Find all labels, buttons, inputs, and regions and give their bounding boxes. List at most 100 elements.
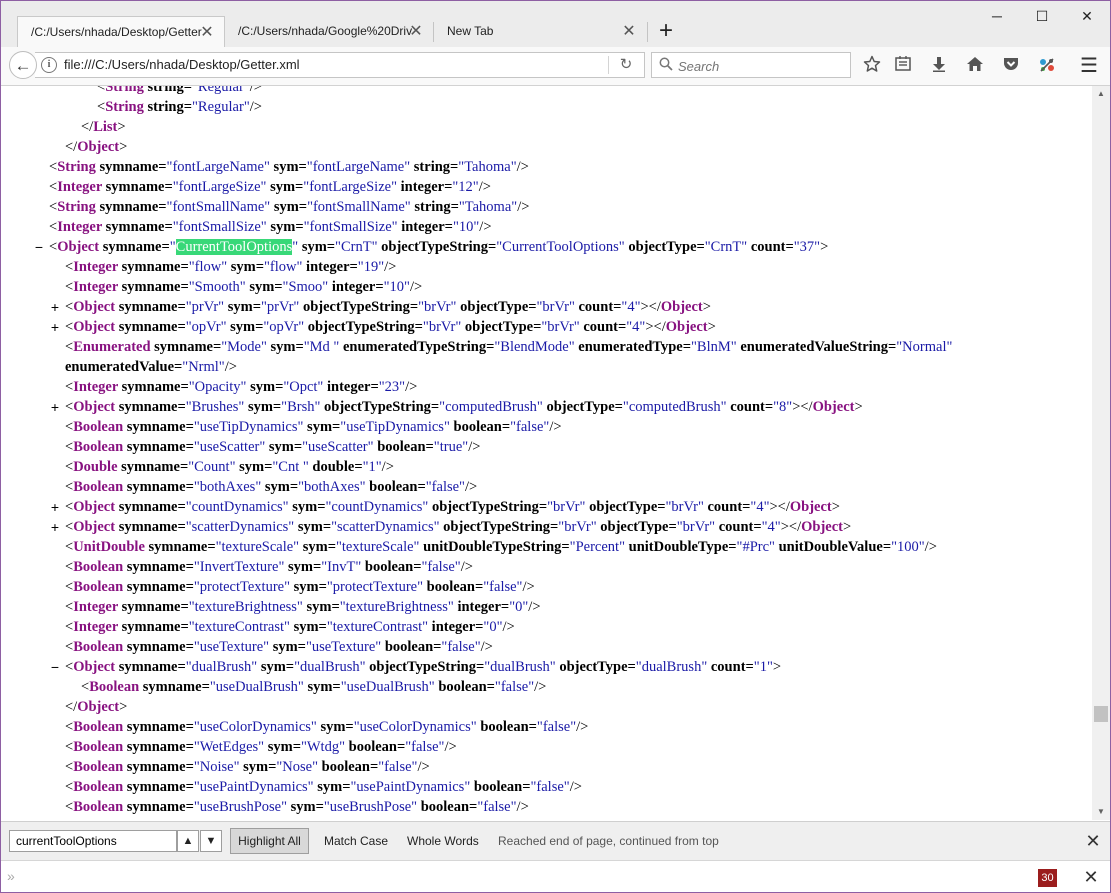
xml-attribute-value: "Percent" [569, 539, 625, 555]
tab-google-drive[interactable]: /C:/Users/nhada/Google%20Driv ✕ [225, 16, 433, 47]
expand-node-icon[interactable]: + [49, 497, 61, 517]
xml-line: <Integer symname="fontLargeSize" sym="fo… [49, 177, 491, 197]
expand-node-icon[interactable]: + [49, 517, 61, 537]
xml-attribute-value: "dualBrush" [294, 659, 366, 675]
xml-attribute-name: symname= [123, 479, 194, 495]
xml-attribute-name: symname= [123, 759, 194, 775]
match-case-toggle[interactable]: Match Case [324, 828, 388, 854]
notification-badge[interactable]: 30 [1038, 869, 1057, 887]
xml-punctuation: ></ [792, 399, 813, 415]
find-input[interactable] [9, 830, 177, 852]
search-box[interactable] [651, 52, 851, 78]
xml-attribute-value: "10" [452, 219, 480, 235]
url-text[interactable]: file:///C:/Users/nhada/Desktop/Getter.xm… [64, 53, 300, 77]
window-close-button[interactable]: ✕ [1064, 0, 1110, 32]
xml-attribute-value: "fontLargeSize" [172, 179, 267, 195]
xml-attribute-name: symname= [102, 219, 173, 235]
xml-attribute-name: sym= [246, 379, 284, 395]
xml-attribute-value: "useTipDynamics" [340, 419, 450, 435]
vertical-scrollbar[interactable]: ▲ ▼ [1092, 86, 1110, 820]
expand-node-icon[interactable]: + [49, 317, 61, 337]
xml-attribute-value: "fontSmallSize" [172, 219, 267, 235]
find-previous-button[interactable]: ▲ [177, 830, 199, 852]
tab-separator [647, 22, 648, 42]
xml-attribute-value: "fontLargeName" [166, 159, 270, 175]
xml-attribute-value: "Smoo" [282, 279, 329, 295]
xml-attribute-value: "0" [509, 599, 529, 615]
xml-attribute-name: objectTypeString= [439, 519, 559, 535]
xml-punctuation: /> [224, 359, 237, 375]
xml-attribute-name: symname= [115, 659, 186, 675]
scroll-up-arrow-icon[interactable]: ▲ [1092, 86, 1110, 102]
xml-line: <String symname="fontSmallName" sym="fon… [49, 197, 529, 217]
xml-punctuation: < [65, 559, 74, 575]
pocket-icon[interactable] [1000, 55, 1022, 77]
xml-attribute-name: count= [715, 519, 762, 535]
xml-attribute-value: "CrnT" [704, 239, 748, 255]
xml-punctuation: < [65, 539, 74, 555]
xml-attribute-value: "dualBrush" [635, 659, 708, 675]
xml-line: <Boolean symname="WetEdges" sym="Wtdg" b… [65, 737, 457, 757]
search-input[interactable] [676, 55, 850, 77]
reader-list-icon[interactable] [892, 55, 914, 77]
minimize-button[interactable]: ─ [974, 0, 1020, 32]
download-icon[interactable] [928, 55, 950, 77]
menu-icon[interactable]: ☰ [1078, 55, 1100, 77]
scrollbar-thumb[interactable] [1094, 706, 1108, 722]
xml-tag-name: Object [73, 299, 116, 315]
tab-close-icon[interactable]: ✕ [409, 16, 423, 47]
tab-close-icon[interactable]: ✕ [200, 17, 214, 47]
xml-attribute-value: "brVr" [541, 319, 580, 335]
highlight-all-button[interactable]: Highlight All [230, 828, 309, 854]
maximize-button[interactable]: ☐ [1019, 0, 1065, 32]
xml-tag-name: Double [73, 459, 118, 475]
xml-attribute-value: "bothAxes" [298, 479, 366, 495]
xml-attribute-value: "BlendMode" [494, 339, 575, 355]
extension-icon[interactable] [1036, 55, 1058, 77]
xml-attribute-value: "Brushes" [185, 399, 245, 415]
find-close-icon[interactable]: ✕ [1083, 828, 1103, 854]
expand-arrow-icon[interactable]: » [7, 868, 15, 884]
collapse-node-icon[interactable]: − [49, 657, 61, 677]
xml-punctuation: > [119, 139, 128, 155]
tab-new-tab[interactable]: New Tab ✕ [434, 16, 646, 47]
bottom-close-icon[interactable]: ✕ [1081, 865, 1101, 889]
xml-punctuation: </ [65, 699, 78, 715]
expand-node-icon[interactable]: + [49, 297, 61, 317]
reload-button[interactable]: ↻ [615, 53, 637, 77]
find-match-highlight: CurrentToolOptions [175, 239, 293, 255]
xml-line: <Integer symname="flow" sym="flow" integ… [65, 257, 396, 277]
address-bar[interactable]: i file:///C:/Users/nhada/Desktop/Getter.… [35, 52, 645, 78]
home-icon[interactable] [964, 55, 986, 77]
xml-tag-name: Object [665, 319, 708, 335]
xml-attribute-name: symname= [118, 379, 189, 395]
star-icon[interactable] [861, 55, 883, 77]
expand-node-icon[interactable]: + [49, 397, 61, 417]
find-next-button[interactable]: ▼ [200, 830, 222, 852]
xml-attribute-value: "dualBrush" [484, 659, 556, 675]
xml-attribute-name: sym= [235, 459, 273, 475]
xml-punctuation: < [65, 499, 74, 515]
xml-punctuation: < [65, 759, 74, 775]
xml-punctuation: < [97, 86, 106, 95]
xml-attribute-value: "computedBrush" [439, 399, 543, 415]
tab-getter-xml[interactable]: /C:/Users/nhada/Desktop/Getter ✕ [17, 16, 225, 47]
xml-attribute-name: enumeratedValue= [65, 359, 183, 375]
site-info-icon[interactable]: i [41, 57, 57, 73]
xml-attribute-value: "false" [421, 559, 461, 575]
xml-attribute-value: "flow" [264, 259, 303, 275]
xml-attribute-name: sym= [290, 579, 327, 595]
xml-attribute-name: sym= [316, 719, 354, 735]
new-tab-button[interactable]: + [651, 16, 681, 47]
xml-attribute-name: symname= [115, 299, 186, 315]
xml-tag-name: Boolean [73, 639, 124, 655]
xml-punctuation: /> [460, 559, 473, 575]
tab-close-icon[interactable]: ✕ [622, 16, 636, 47]
xml-punctuation: > [707, 319, 716, 335]
xml-attribute-name: boolean= [417, 799, 478, 815]
scroll-down-arrow-icon[interactable]: ▼ [1092, 804, 1110, 820]
collapse-node-icon[interactable]: − [33, 237, 45, 257]
back-button[interactable]: ← [9, 51, 37, 79]
whole-words-toggle[interactable]: Whole Words [407, 828, 479, 854]
xml-attribute-name: boolean= [423, 579, 484, 595]
